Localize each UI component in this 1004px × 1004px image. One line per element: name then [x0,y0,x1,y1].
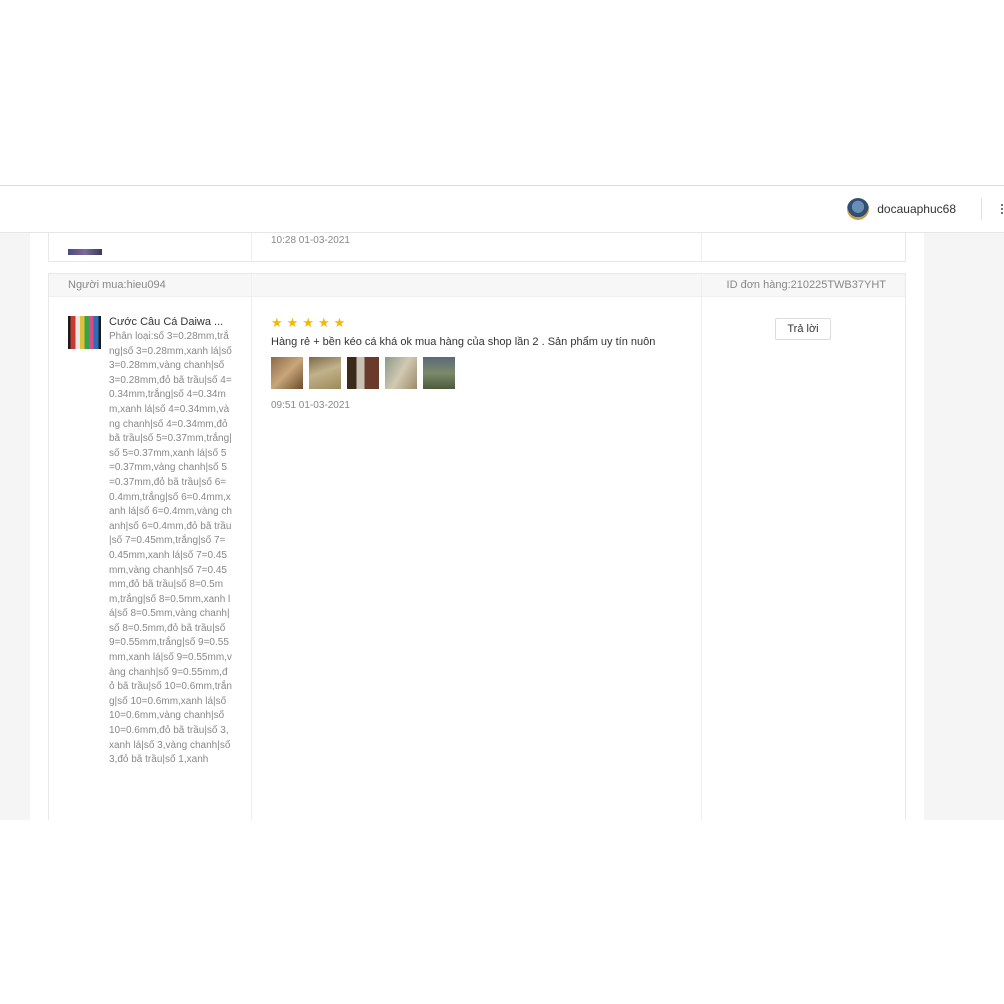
review-card-header: Người mua:hieu094 ID đơn hàng:210225TWB3… [49,274,905,297]
review-content: ★ ★ ★ ★ ★ Hàng rẻ + bền kéo cá khá ok mu… [271,316,691,411]
product-thumbnail[interactable] [68,249,102,255]
buyer-name: Người mua:hieu094 [68,279,166,291]
review-time: 09:51 01-03-2021 [271,400,350,411]
product-variant: Phân loại:số 3=0.28mm,trắng|số 3=0.28mm,… [109,331,232,766]
review-photo[interactable] [423,357,455,389]
product-name[interactable]: Cước Câu Cá Daiwa ... [109,316,237,328]
screenshot-frame: docauaphuc68 10:28 01-03-2021 Người mua:… [0,185,1004,820]
product-thumbnail[interactable] [68,316,101,349]
review-photo[interactable] [347,357,379,389]
star-icon: ★ [286,315,299,330]
review-photo[interactable] [309,357,341,389]
star-icon: ★ [333,315,346,330]
column-divider [251,274,252,820]
review-photos [271,357,691,389]
column-divider [701,274,702,820]
review-photo[interactable] [385,357,417,389]
star-icon: ★ [302,315,314,330]
star-icon: ★ [317,315,330,330]
apps-grid-icon[interactable] [1000,203,1004,215]
star-icon: ★ [271,315,283,330]
username: docauaphuc68 [877,202,956,216]
user-avatar-icon [847,198,870,220]
review-card: Người mua:hieu094 ID đơn hàng:210225TWB3… [48,273,906,820]
reviews-panel: 10:28 01-03-2021 Người mua:hieu094 ID đơ… [30,222,924,820]
order-id: ID đơn hàng:210225TWB37YHT [726,279,886,291]
top-bar: docauaphuc68 [0,186,1004,233]
star-rating: ★ ★ ★ ★ ★ [271,316,691,329]
review-comment: Hàng rẻ + bền kéo cá khá ok mua hàng của… [271,336,656,348]
review-time: 10:28 01-03-2021 [271,235,350,246]
review-photo[interactable] [271,357,303,389]
topbar-divider [981,198,982,220]
reply-button[interactable]: Trả lời [775,318,831,340]
user-menu[interactable]: docauaphuc68 [847,198,956,220]
